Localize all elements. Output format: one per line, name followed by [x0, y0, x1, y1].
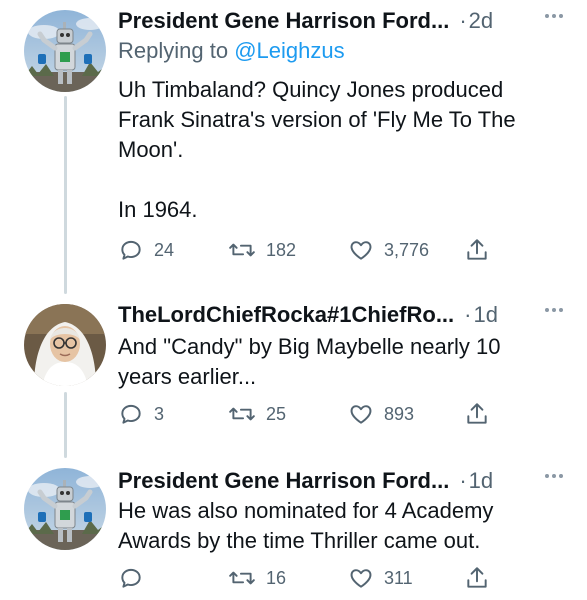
like-count: 311	[384, 567, 413, 588]
action-bar: 16 311	[118, 565, 498, 595]
retweet-icon	[229, 243, 255, 257]
display-name[interactable]: President Gene Harrison Ford...	[118, 468, 449, 494]
replying-to-label: Replying to	[118, 38, 235, 63]
robot-statue-avatar	[24, 10, 106, 92]
timestamp[interactable]: 1d	[469, 468, 493, 494]
retweet-button[interactable]: 182	[228, 237, 296, 263]
avatar[interactable]	[24, 468, 106, 550]
separator-dot: ·	[459, 8, 467, 33]
person-with-glasses-avatar	[24, 304, 106, 386]
text-line: years earlier...	[118, 364, 257, 389]
retweet-count: 16	[266, 567, 287, 588]
share-icon	[467, 239, 487, 260]
reply-button[interactable]: 24	[118, 237, 174, 263]
share-button[interactable]	[464, 401, 490, 427]
retweet-button[interactable]: 25	[228, 401, 286, 427]
tweet[interactable]: TheLordChiefRocka#1ChiefRo... · 1d And "…	[0, 300, 587, 450]
separator-dot: ·	[464, 302, 472, 327]
retweet-count: 182	[266, 239, 297, 260]
action-bar: 24 182 3,776	[118, 237, 498, 267]
more-icon[interactable]	[545, 474, 563, 478]
share-button[interactable]	[464, 237, 490, 263]
reply-count: 24	[154, 239, 175, 260]
retweet-count: 25	[266, 403, 287, 424]
avatar[interactable]	[24, 10, 106, 92]
like-button[interactable]: 311	[348, 565, 413, 591]
text-line: Moon'.	[118, 137, 184, 162]
display-name[interactable]: TheLordChiefRocka#1ChiefRo...	[118, 302, 454, 328]
like-count: 3,776	[384, 239, 430, 260]
like-button[interactable]: 893	[348, 401, 414, 427]
text-line: Uh Timbaland? Quincy Jones produced	[118, 77, 504, 102]
reply-count: 3	[154, 403, 165, 424]
text-line: Awards by the time Thriller came out.	[118, 528, 481, 553]
like-button[interactable]: 3,776	[348, 237, 429, 263]
share-button[interactable]	[464, 565, 490, 591]
tweet-header: TheLordChiefRocka#1ChiefRo... · 1d	[118, 300, 577, 330]
heart-icon	[350, 241, 372, 260]
tweet[interactable]: President Gene Harrison Ford... · 2d Rep…	[0, 0, 587, 290]
reply-icon	[121, 404, 141, 424]
tweet[interactable]: President Gene Harrison Ford... · 1d He …	[0, 462, 587, 600]
robot-statue-avatar	[24, 468, 106, 550]
replying-to-handle[interactable]: @Leighzus	[234, 38, 344, 63]
tweet-header: President Gene Harrison Ford... · 1d	[118, 466, 577, 496]
reply-icon	[121, 240, 141, 260]
text-line: In 1964.	[118, 197, 198, 222]
retweet-button[interactable]: 16	[228, 565, 286, 591]
avatar[interactable]	[24, 304, 106, 386]
retweet-icon	[229, 407, 255, 421]
tweet-text: And "Candy" by Big Maybelle nearly 10 ye…	[118, 332, 563, 392]
tweet-header: President Gene Harrison Ford... · 2d	[118, 6, 577, 36]
text-line: He was also nominated for 4 Academy	[118, 498, 494, 523]
more-icon[interactable]	[545, 308, 563, 312]
more-icon[interactable]	[545, 14, 563, 18]
text-line	[118, 165, 563, 195]
heart-icon	[350, 405, 372, 424]
reply-icon	[121, 568, 141, 588]
heart-icon	[350, 569, 372, 588]
reply-button[interactable]	[118, 565, 154, 591]
separator-dot: ·	[459, 468, 467, 493]
tweet-text: Uh Timbaland? Quincy Jones produced Fran…	[118, 75, 563, 225]
replying-to: Replying to @Leighzus	[118, 38, 345, 64]
retweet-icon	[229, 571, 255, 585]
text-line: And "Candy" by Big Maybelle nearly 10	[118, 334, 501, 359]
action-bar: 3 25 893	[118, 401, 498, 431]
tweet-text: He was also nominated for 4 Academy Awar…	[118, 496, 563, 556]
share-icon	[467, 403, 487, 424]
like-count: 893	[384, 403, 415, 424]
timestamp[interactable]: 1d	[473, 302, 497, 328]
text-line: Frank Sinatra's version of 'Fly Me To Th…	[118, 107, 516, 132]
timestamp[interactable]: 2d	[469, 8, 493, 34]
share-icon	[467, 567, 487, 588]
reply-button[interactable]: 3	[118, 401, 164, 427]
display-name[interactable]: President Gene Harrison Ford...	[118, 8, 449, 34]
